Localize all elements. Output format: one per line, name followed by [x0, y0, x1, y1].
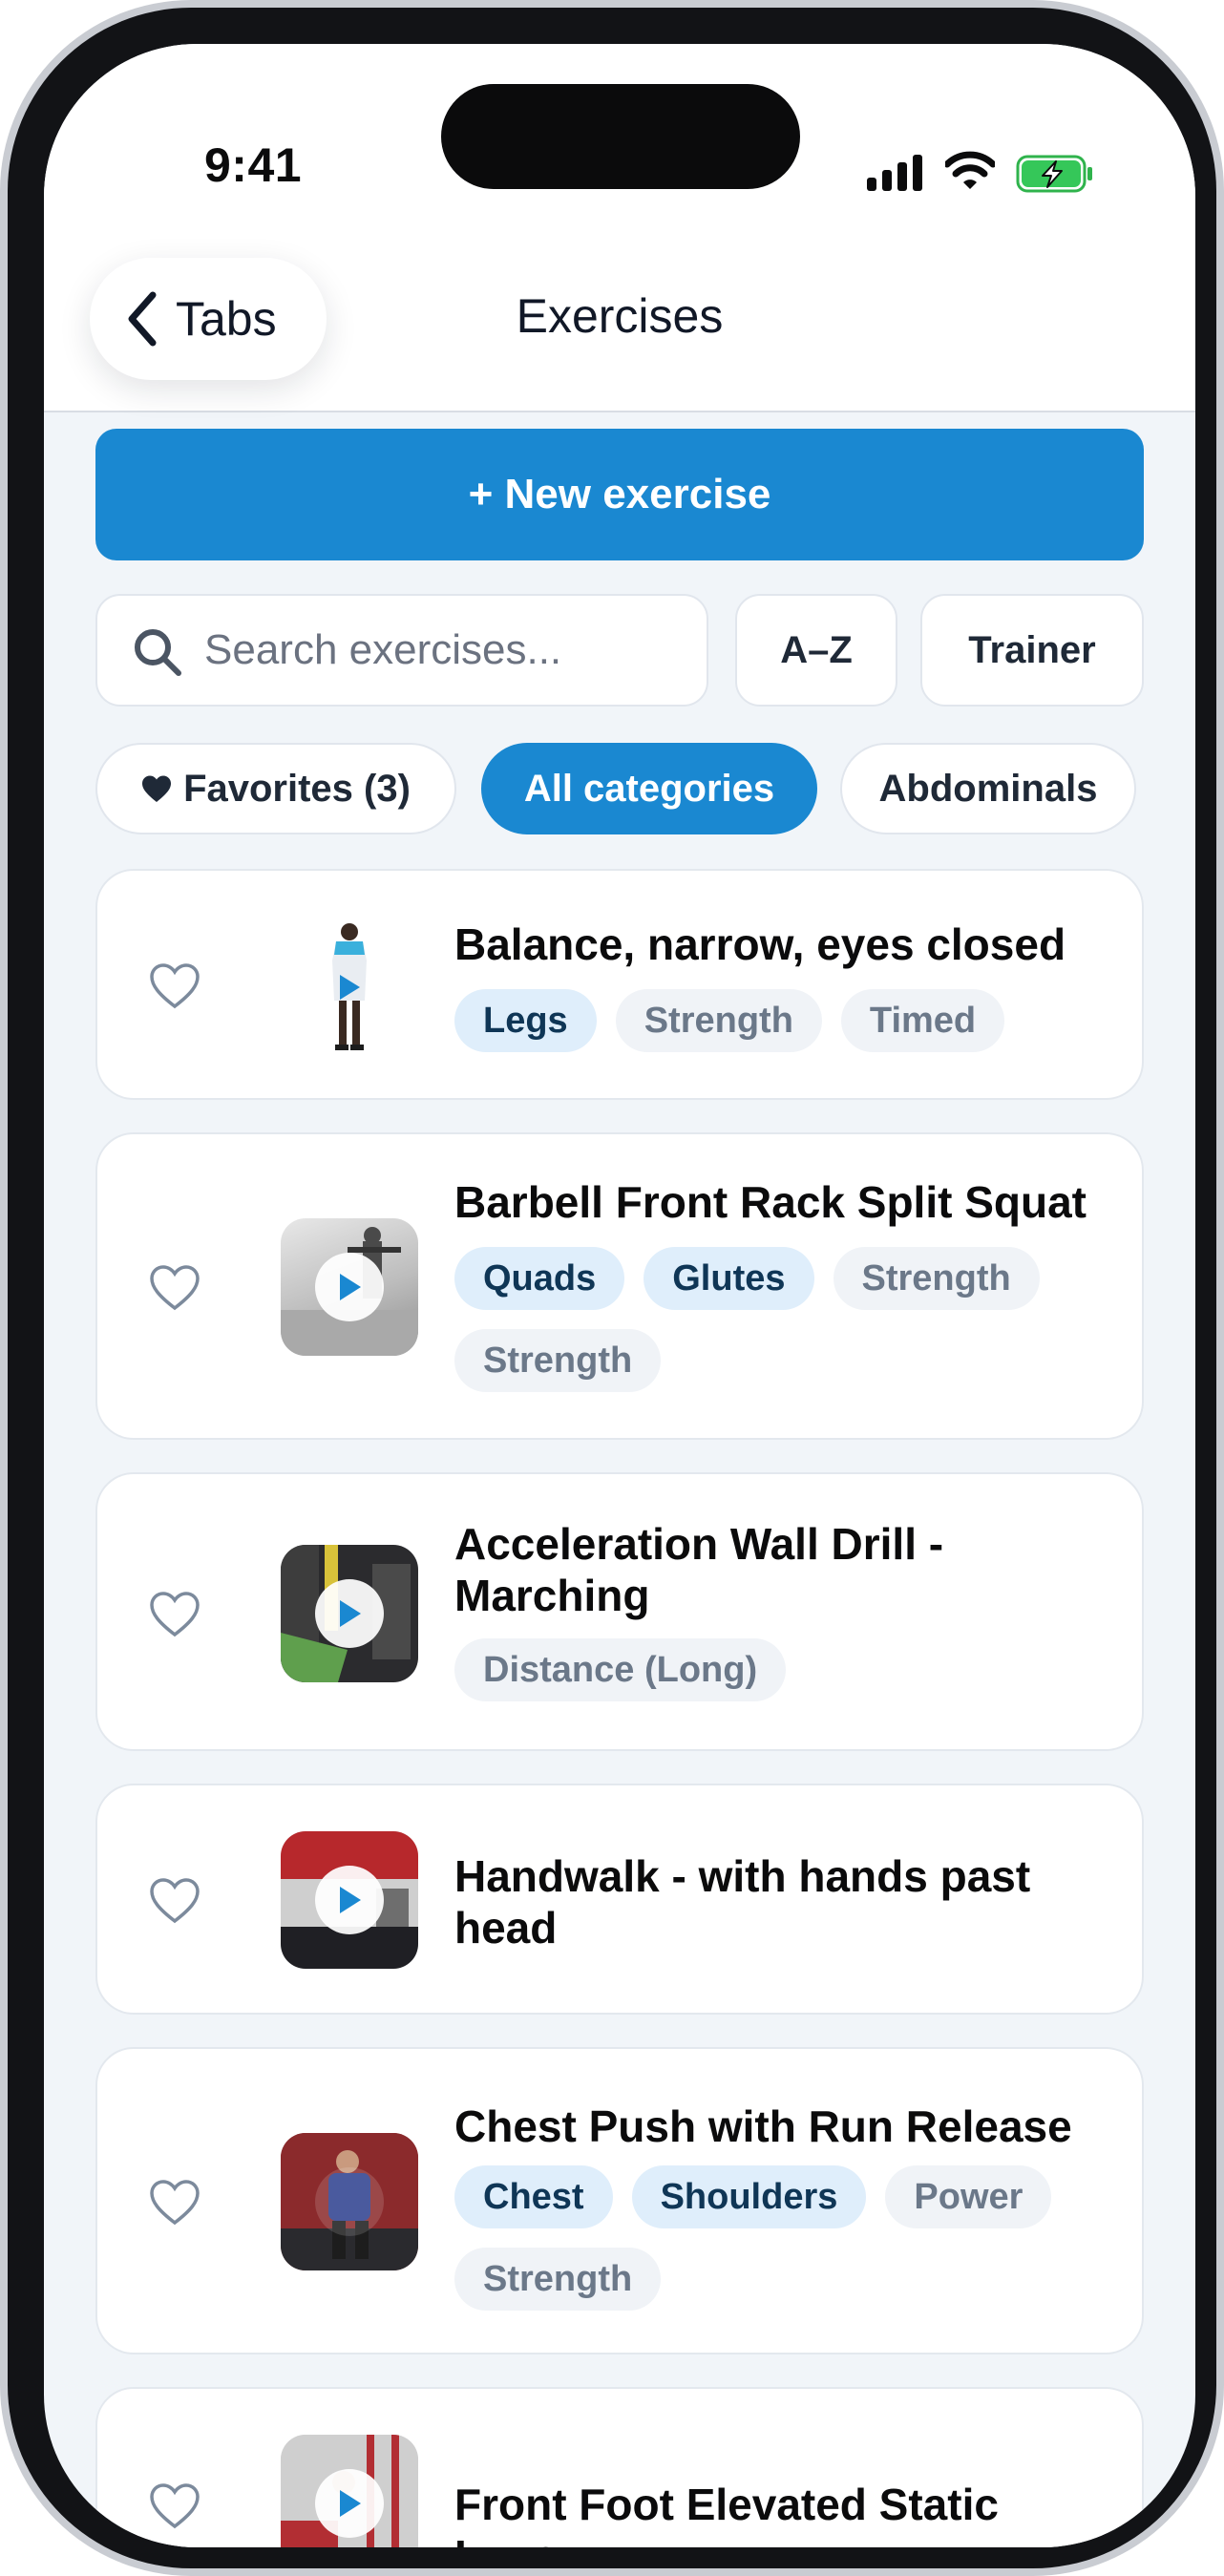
abdominals-chip[interactable]: Abdominals	[840, 743, 1136, 834]
play-icon	[340, 1887, 361, 1913]
type-tag: Strength	[454, 2248, 662, 2311]
play-button[interactable]	[315, 2469, 384, 2538]
exercise-thumbnail[interactable]	[281, 2435, 418, 2547]
exercise-thumbnail[interactable]	[281, 1831, 418, 1969]
exercise-thumbnail[interactable]	[281, 918, 418, 1056]
exercise-card[interactable]: Acceleration Wall Drill - Marching Dista…	[95, 1472, 1144, 1751]
type-tag: Strength	[615, 989, 822, 1052]
all-categories-chip[interactable]: All categories	[481, 743, 817, 834]
exercise-title: Balance, narrow, eyes closed	[454, 919, 1066, 969]
exercise-title: Acceleration Wall Drill - Marching	[454, 1519, 944, 1620]
heart-filled-icon	[142, 775, 172, 802]
play-button[interactable]	[330, 968, 369, 1006]
tag-list: Chest Shoulders Power Strength	[454, 2165, 1123, 2311]
type-tag: Strength	[454, 1329, 662, 1392]
favorite-heart-icon[interactable]	[149, 1264, 200, 1312]
exercise-card[interactable]: Balance, narrow, eyes closed Legs Streng…	[95, 869, 1144, 1100]
play-icon	[340, 2490, 361, 2517]
type-tag: Distance (Long)	[454, 1638, 787, 1701]
type-tag: Timed	[840, 989, 1005, 1052]
dynamic-island	[441, 84, 800, 189]
favorite-heart-icon[interactable]	[149, 962, 200, 1010]
exercise-thumbnail[interactable]	[281, 2133, 418, 2270]
screen: 9:41 Tabs Exercises + New exercise Searc…	[44, 44, 1195, 2547]
sort-az-button[interactable]: A–Z	[735, 594, 897, 707]
favorite-heart-icon[interactable]	[149, 2179, 200, 2227]
battery-charging-icon	[1016, 155, 1092, 193]
play-button[interactable]	[315, 2167, 384, 2236]
status-bar: 9:41	[44, 44, 1195, 225]
exercise-title: Barbell Front Rack Split Squat	[454, 1177, 1087, 1227]
exercise-card[interactable]: Handwalk - with hands past head	[95, 1784, 1144, 2015]
wifi-icon	[945, 151, 995, 189]
status-time: 9:41	[204, 138, 303, 192]
play-button[interactable]	[315, 1866, 384, 1934]
play-icon	[340, 1274, 361, 1300]
muscle-tag: Quads	[454, 1247, 625, 1310]
exercise-thumbnail[interactable]	[281, 1545, 418, 1682]
favorites-chip-label: Favorites (3)	[183, 767, 411, 810]
play-icon	[340, 975, 360, 1000]
muscle-tag: Shoulders	[631, 2165, 867, 2228]
type-tag: Strength	[833, 1247, 1040, 1310]
search-input[interactable]	[204, 596, 691, 705]
tag-list: Legs Strength Timed	[454, 989, 1123, 1052]
play-icon	[340, 1600, 361, 1627]
search-box[interactable]	[95, 594, 708, 707]
exercise-card[interactable]: Chest Push with Run Release Chest Should…	[95, 2047, 1144, 2354]
favorites-chip[interactable]: Favorites (3)	[95, 743, 456, 834]
tag-list: Quads Glutes Strength Strength	[454, 1247, 1123, 1392]
phone-bezel: 9:41 Tabs Exercises + New exercise Searc…	[8, 8, 1216, 2568]
exercise-thumbnail[interactable]	[281, 1218, 418, 1356]
play-button[interactable]	[315, 1253, 384, 1321]
exercise-title: Chest Push with Run Release	[454, 2101, 1072, 2151]
favorite-heart-icon[interactable]	[149, 2482, 200, 2530]
exercise-card[interactable]: Barbell Front Rack Split Squat Quads Glu…	[95, 1132, 1144, 1440]
favorite-heart-icon[interactable]	[149, 1591, 200, 1638]
exercise-title: Front Foot Elevated Static Lunge	[454, 2480, 999, 2547]
play-button[interactable]	[315, 1579, 384, 1648]
exercise-title: Handwalk - with hands past head	[454, 1851, 1031, 1953]
cellular-signal-icon	[867, 155, 922, 191]
search-icon	[135, 629, 181, 676]
phone-frame: 9:41 Tabs Exercises + New exercise Searc…	[0, 0, 1224, 2576]
muscle-tag: Glutes	[644, 1247, 814, 1310]
trainer-filter-button[interactable]: Trainer	[920, 594, 1144, 707]
page-title: Exercises	[516, 289, 724, 343]
exercise-card[interactable]: Front Foot Elevated Static Lunge	[95, 2387, 1144, 2547]
type-tag: Power	[885, 2165, 1052, 2228]
navigation-bar: Tabs Exercises	[44, 225, 1195, 412]
favorite-heart-icon[interactable]	[149, 1877, 200, 1925]
tag-list: Distance (Long)	[454, 1638, 1123, 1701]
new-exercise-button[interactable]: + New exercise	[95, 429, 1144, 560]
muscle-tag: Legs	[454, 989, 597, 1052]
muscle-tag: Chest	[454, 2165, 613, 2228]
